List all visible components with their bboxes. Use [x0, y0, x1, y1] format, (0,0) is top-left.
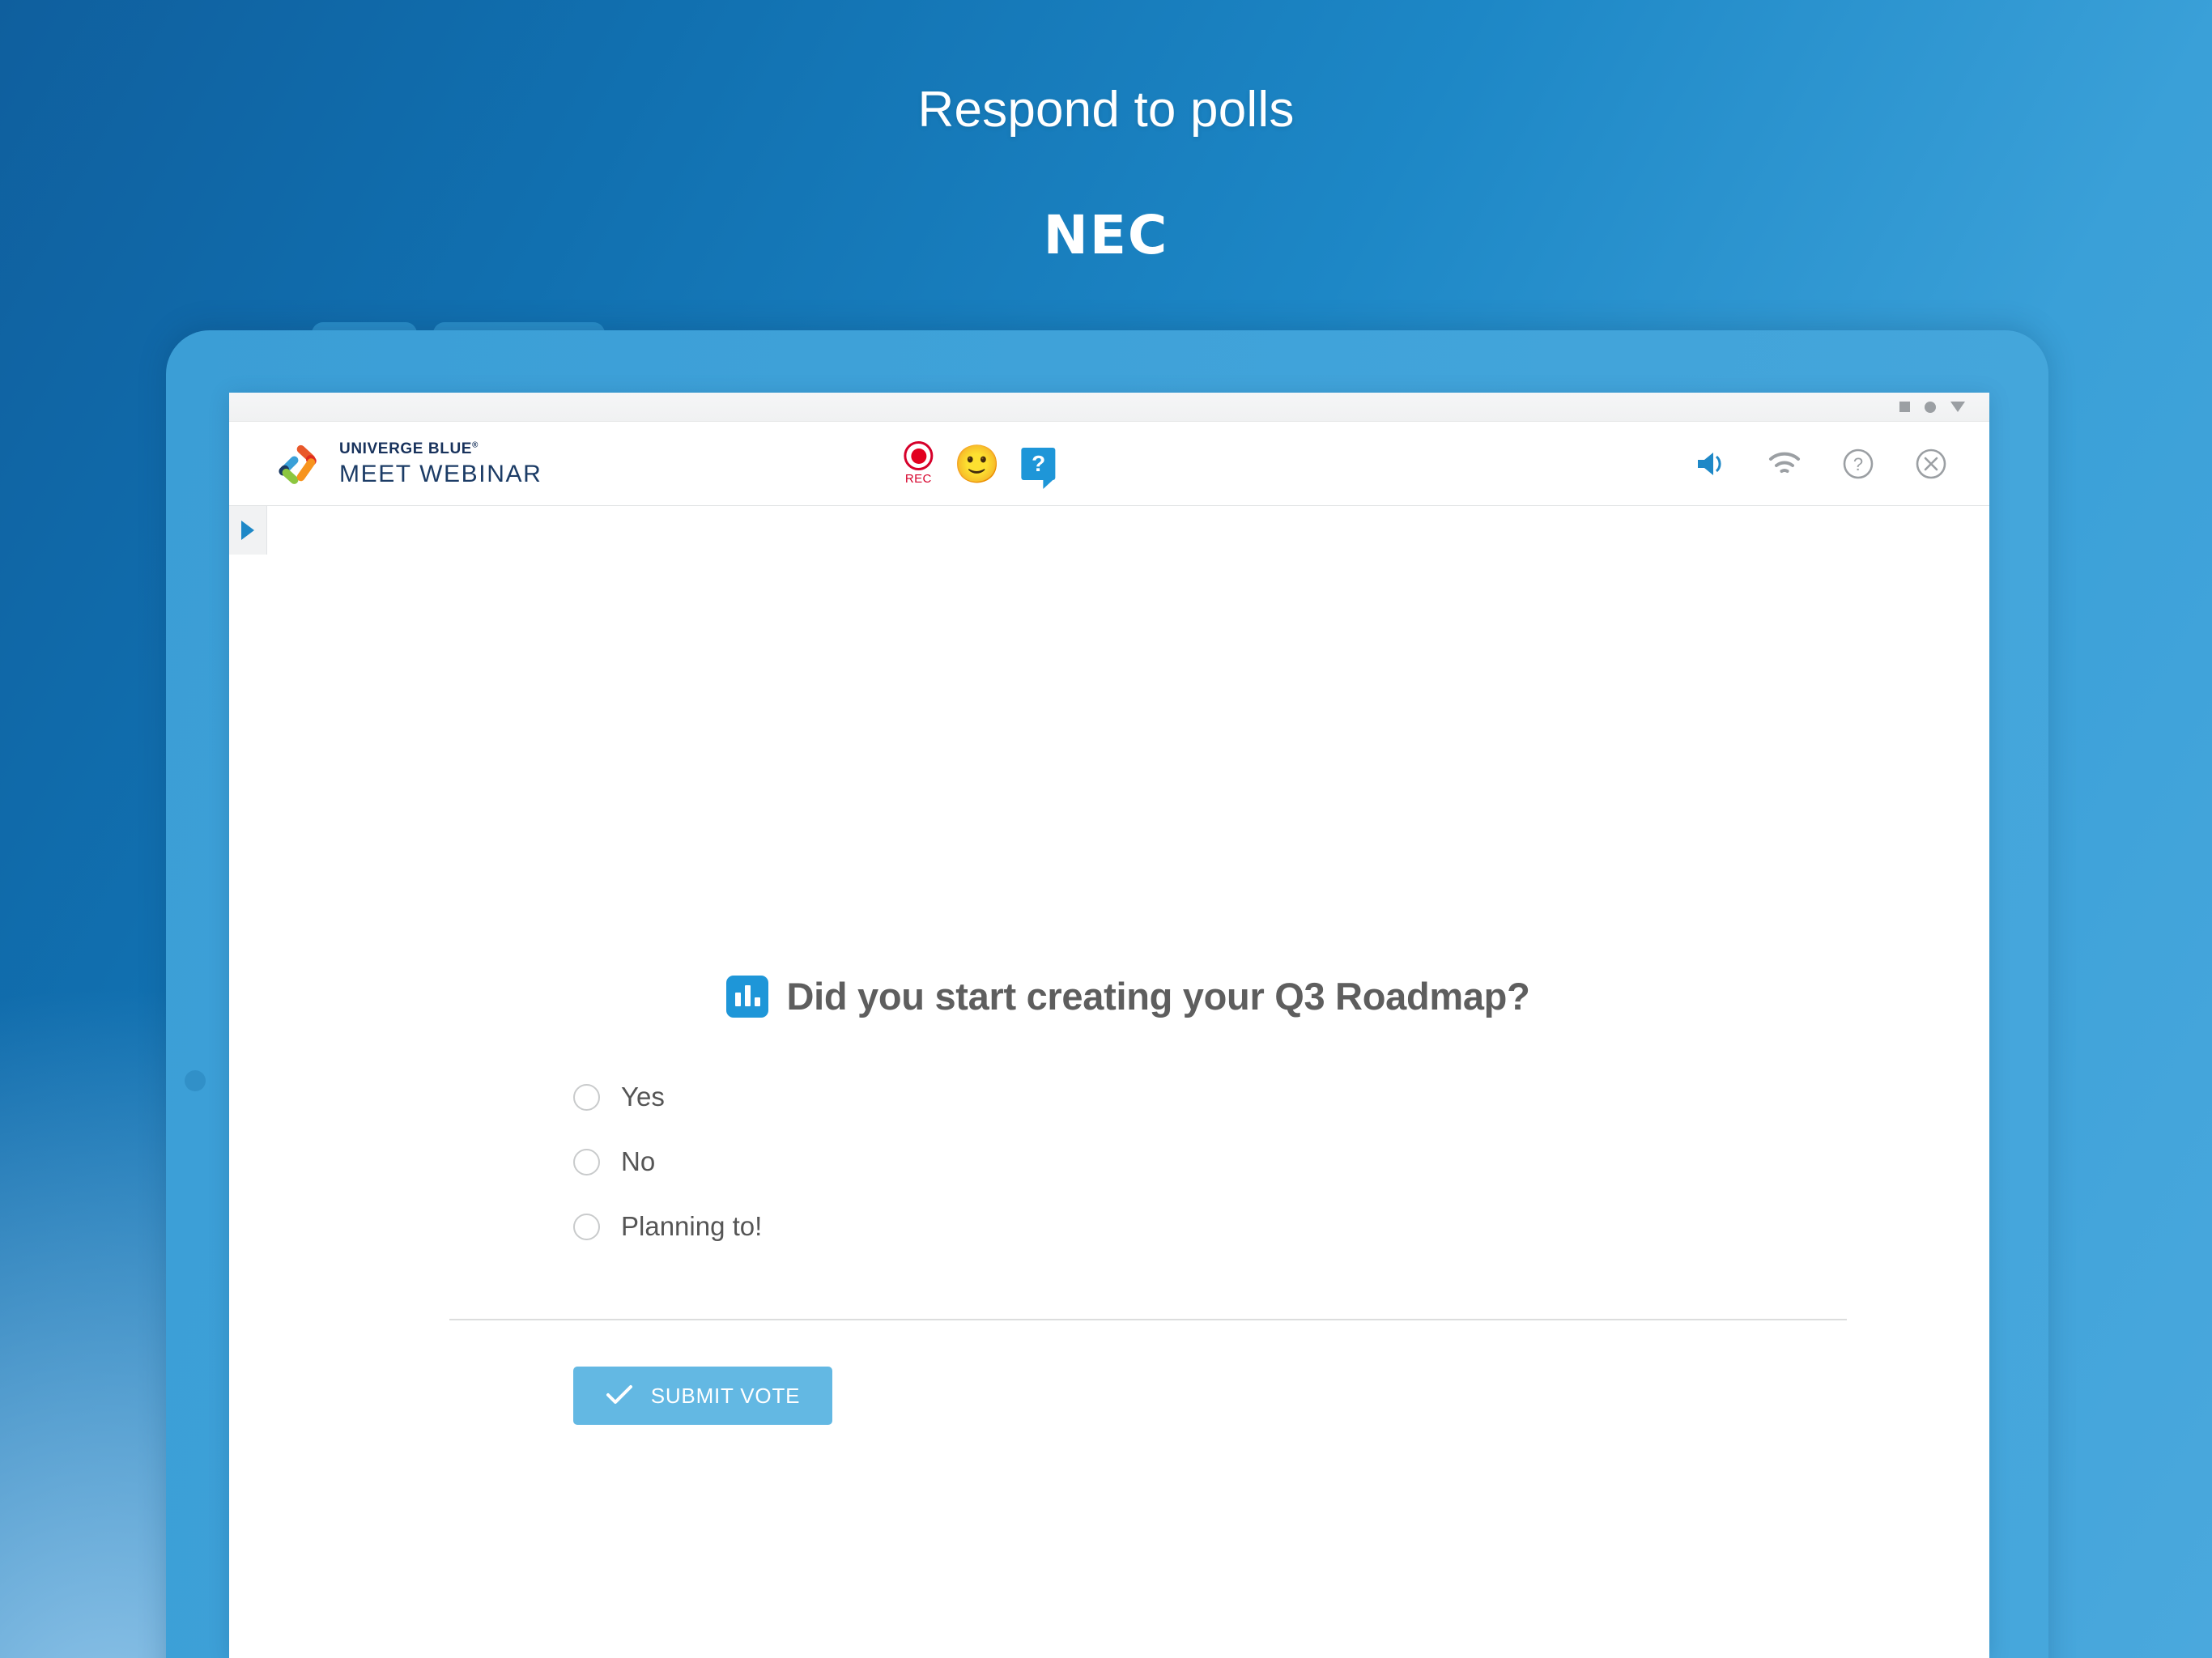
sidebar-toggle[interactable]: [229, 506, 267, 555]
help-icon[interactable]: ?: [1842, 448, 1874, 480]
radio-button-icon[interactable]: [573, 1083, 600, 1111]
brand-logo: UNIVERGE BLUE® MEET WEBINAR: [274, 440, 542, 487]
univerge-blue-mark-icon: [274, 440, 321, 487]
poll-option-no[interactable]: No: [573, 1129, 762, 1194]
nec-brand-logo: NEC: [1043, 204, 1169, 266]
page-title: Respond to polls: [917, 82, 1295, 138]
check-icon: [606, 1384, 633, 1408]
app-window: UNIVERGE BLUE® MEET WEBINAR REC 🙂 ? ? Di…: [229, 393, 1989, 1658]
submit-vote-button[interactable]: SUBMIT VOTE: [573, 1367, 832, 1425]
poll-options-list: Yes No Planning to!: [573, 1065, 762, 1259]
submit-vote-label: SUBMIT VOTE: [650, 1383, 801, 1408]
poll-option-label: Yes: [621, 1082, 665, 1112]
smiley-face-icon[interactable]: 🙂: [954, 445, 1000, 483]
app-body: Did you start creating your Q3 Roadmap? …: [229, 506, 1989, 1658]
registered-mark: ®: [472, 440, 479, 450]
poll-option-planning-to[interactable]: Planning to!: [573, 1194, 762, 1259]
window-titlebar: [229, 393, 1989, 422]
tablet-camera-icon: [185, 1070, 206, 1091]
circle-icon[interactable]: [1925, 401, 1936, 413]
app-header: UNIVERGE BLUE® MEET WEBINAR REC 🙂 ? ?: [229, 422, 1989, 506]
brand-line-2: MEET WEBINAR: [339, 460, 542, 487]
speaker-icon[interactable]: [1695, 449, 1727, 478]
poll-content-area: Did you start creating your Q3 Roadmap? …: [267, 506, 1989, 1658]
center-toolbar: REC 🙂 ?: [904, 441, 1056, 489]
poll-option-yes[interactable]: Yes: [573, 1065, 762, 1129]
poll-question-text: Did you start creating your Q3 Roadmap?: [786, 975, 1530, 1018]
poll-option-label: Planning to!: [621, 1211, 763, 1241]
brand-line-1: UNIVERGE BLUE®: [339, 440, 479, 457]
record-icon: [904, 441, 934, 470]
poll-option-label: No: [621, 1146, 656, 1176]
radio-button-icon[interactable]: [573, 1213, 600, 1240]
bar-chart-icon: [726, 975, 769, 1018]
screenshot-stage: Respond to polls NEC UNIVERGE BLUE® MEET…: [0, 0, 2212, 1658]
recording-label: REC: [904, 472, 932, 486]
question-bubble-icon[interactable]: ?: [1021, 447, 1056, 489]
right-toolbar: ?: [1695, 448, 1947, 480]
section-divider: [449, 1319, 1847, 1320]
wifi-icon[interactable]: [1767, 451, 1802, 477]
chevron-right-icon: [241, 521, 254, 540]
svg-text:?: ?: [1853, 454, 1863, 474]
radio-button-icon[interactable]: [573, 1148, 600, 1175]
close-icon[interactable]: [1915, 448, 1947, 480]
square-icon[interactable]: [1899, 402, 1910, 412]
recording-indicator[interactable]: REC: [904, 441, 934, 486]
triangle-down-icon[interactable]: [1950, 402, 1965, 412]
poll-question-row: Did you start creating your Q3 Roadmap?: [267, 974, 1989, 1018]
